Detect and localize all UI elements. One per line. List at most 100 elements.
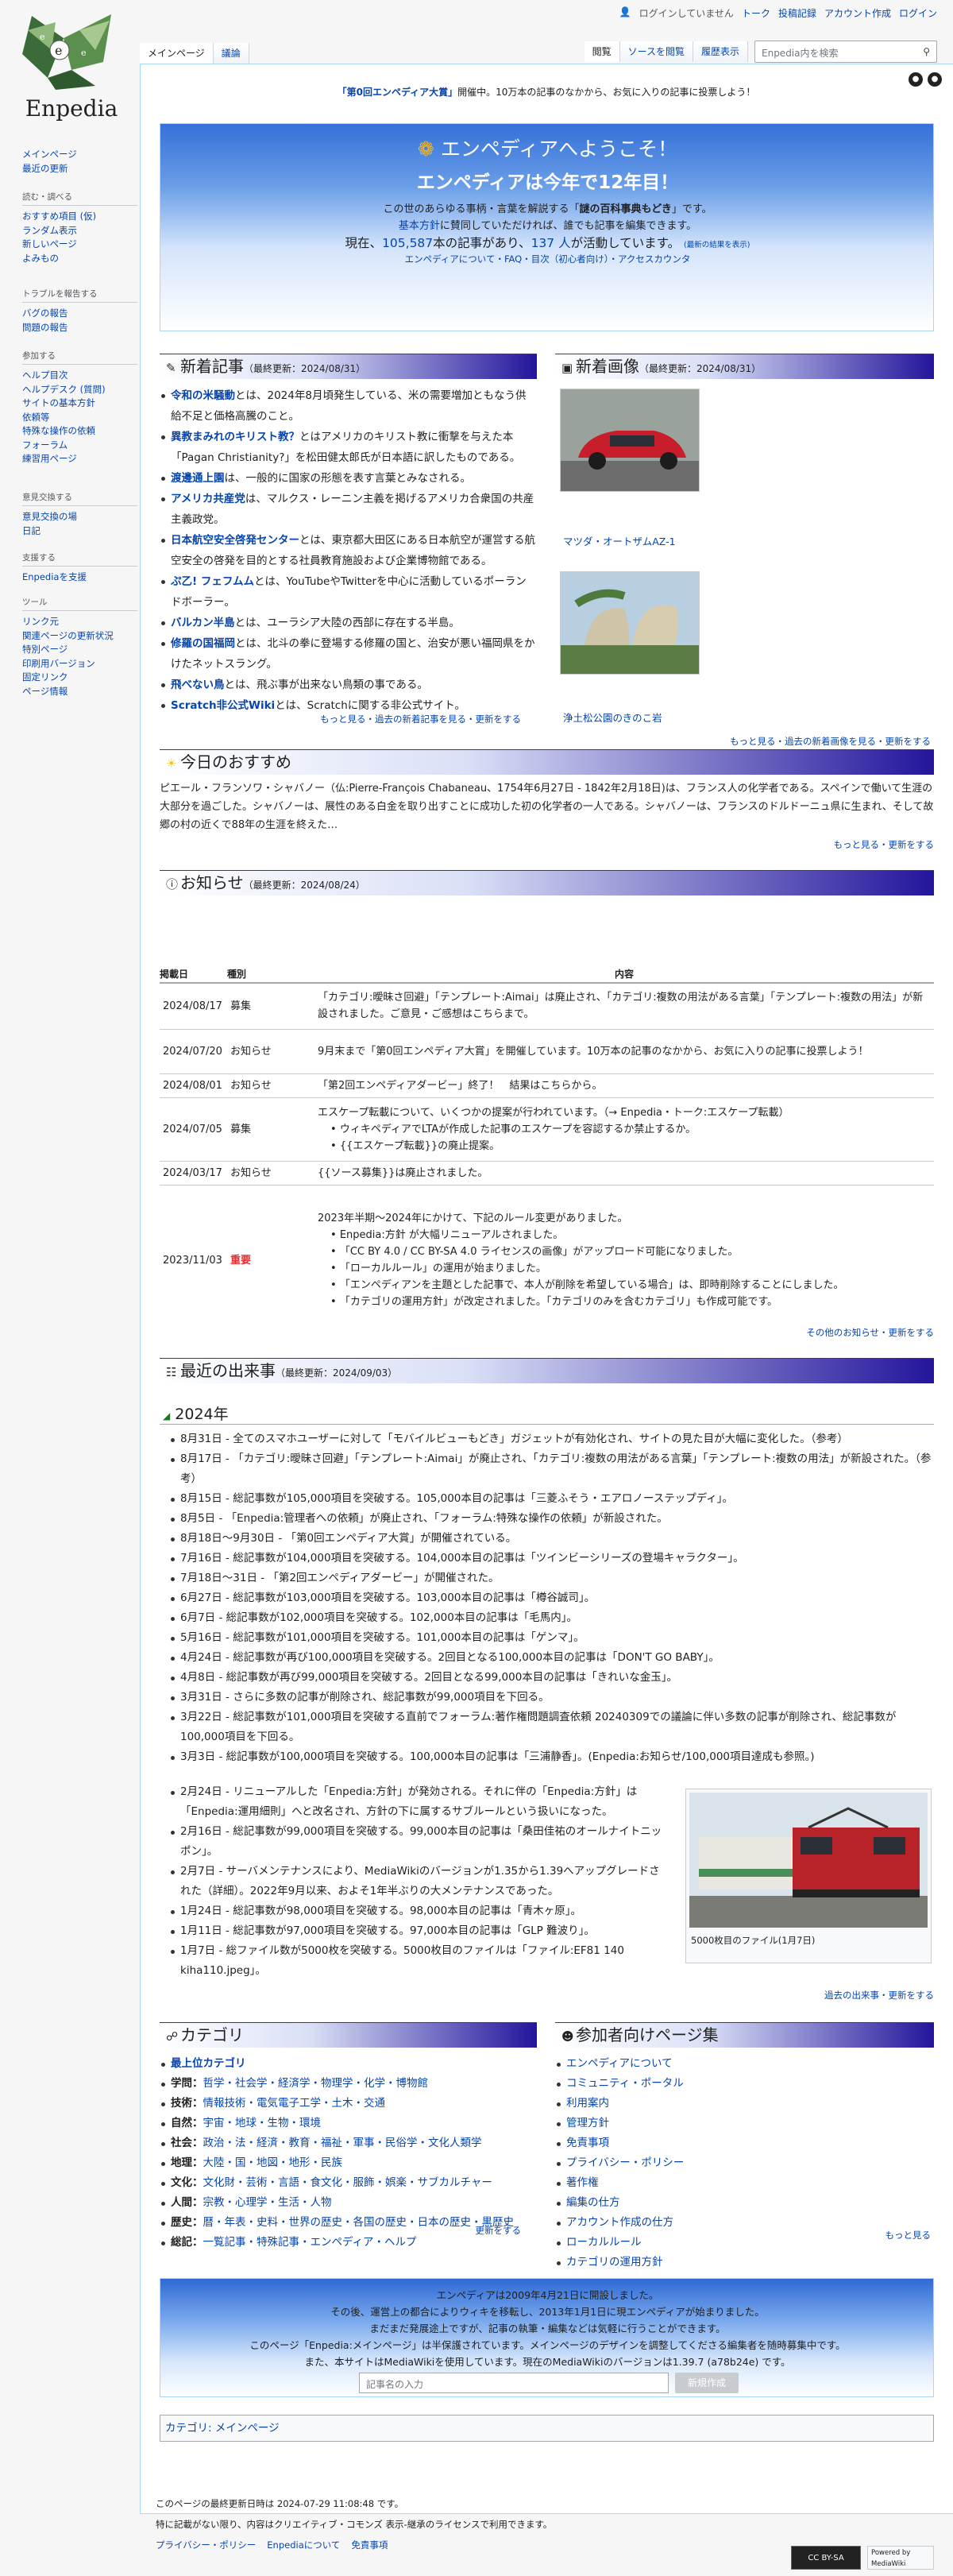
category-items[interactable]: 文化財・芸術・言語・食文化・服飾・娯楽・サブカルチャー: [203, 2176, 492, 2189]
participant-page-link[interactable]: 管理方針: [566, 2117, 609, 2129]
basic-policy-link[interactable]: 基本方針: [399, 220, 440, 232]
nav-item[interactable]: フォーラム: [22, 439, 68, 451]
participant-page-link[interactable]: コミュニティ・ポータル: [566, 2077, 684, 2090]
category-items[interactable]: 宇宙・地球・生物・環境: [203, 2117, 322, 2129]
site-notice-link[interactable]: 「第0回エンペディア大賞」: [338, 87, 458, 98]
participant-page-link[interactable]: カテゴリの運用方針: [566, 2256, 663, 2269]
active-users-link[interactable]: 137 人: [531, 236, 571, 250]
article-link[interactable]: 修羅の国福岡: [171, 637, 235, 650]
article-link[interactable]: 異教まみれのキリスト教？: [171, 431, 299, 443]
site-logo[interactable]: e e e Enpedia: [16, 6, 127, 122]
category-head[interactable]: 最上位カテゴリ: [171, 2057, 246, 2070]
nav-main-page[interactable]: メインページ: [22, 149, 77, 160]
nav-item[interactable]: 関連ページの更新状況: [22, 630, 114, 641]
list-item: 7月18日〜31日 - 「第2回エンペディアダービー」が開催された。: [169, 1568, 934, 1588]
banner-links[interactable]: エンペディアについて・FAQ・目次（初心者向け）・アクセスカウンタ: [160, 253, 935, 265]
notices-more-link[interactable]: その他のお知らせ・更新をする: [160, 1326, 934, 1339]
login-link[interactable]: ログイン: [899, 6, 937, 19]
new-image-thumb[interactable]: [560, 571, 700, 675]
participant-page-link[interactable]: プライバシー・ポリシー: [566, 2156, 684, 2169]
nav-item[interactable]: 意見交換の場: [22, 511, 77, 522]
category-link[interactable]: メインページ: [215, 2422, 280, 2435]
banner-text: 」です。: [671, 203, 712, 215]
talk-link[interactable]: トーク: [742, 6, 770, 19]
category-items[interactable]: 宗教・心理学・生活・人物: [203, 2196, 332, 2209]
new-images-more-link[interactable]: もっと見る・過去の新着画像を見る・更新をする: [555, 735, 931, 748]
article-link[interactable]: 日本航空安全啓発センター: [171, 534, 299, 547]
notice-kind: お知らせ: [227, 1160, 314, 1185]
nav-item[interactable]: サイトの基本方針: [22, 397, 95, 408]
article-link[interactable]: 渡邊通上園: [171, 472, 225, 485]
tab-view-source[interactable]: ソースを閲覧: [619, 41, 693, 62]
nav-item[interactable]: リンク元: [22, 616, 59, 627]
nav-item[interactable]: Enpediaを支援: [22, 571, 87, 582]
category-items[interactable]: 情報技術・電気電子工学・土木・交通: [203, 2097, 386, 2110]
create-account-link[interactable]: アカウント作成: [824, 6, 891, 19]
article-link[interactable]: ぷ乙! フェフムム: [171, 575, 254, 588]
nav-item[interactable]: 日記: [22, 525, 41, 536]
tab-main-page[interactable]: メインページ: [140, 43, 214, 64]
new-article-input[interactable]: 記事名の入力: [359, 2373, 669, 2393]
article-link[interactable]: 飛べない鳥: [171, 679, 225, 691]
section-header-new-images: ▣ 新着画像（最終更新：2024/08/31）: [555, 354, 934, 379]
refresh-link[interactable]: (最新の結果を表示): [684, 241, 750, 249]
category-items[interactable]: 政治・法・経済・教育・福祉・軍事・民俗学・文化人類学: [203, 2137, 482, 2149]
category-more-link[interactable]: 更新をする: [160, 2224, 522, 2237]
disclaimer-link[interactable]: 免責事項: [351, 2536, 388, 2554]
about-link[interactable]: Enpediaについて: [267, 2536, 340, 2554]
participant-page-link[interactable]: 免責事項: [566, 2137, 609, 2149]
nav-item[interactable]: ヘルプ目次: [22, 369, 68, 381]
tab-read[interactable]: 閲覧: [584, 41, 620, 62]
participant-page-link[interactable]: エンペディアについて: [566, 2057, 673, 2070]
nav-item[interactable]: ランダム表示: [22, 225, 77, 236]
participant-page-link[interactable]: 著作権: [566, 2176, 599, 2189]
recommend-more-link[interactable]: もっと見る・更新をする: [160, 838, 935, 851]
cc-license-badge[interactable]: CC BY-SA: [791, 2546, 861, 2570]
search-input[interactable]: Enpedia内を検索 ⚲: [754, 41, 937, 63]
article-link[interactable]: バルカン半島: [171, 617, 235, 629]
events-more-link[interactable]: 過去の出来事・更新をする: [160, 1989, 934, 2002]
nav-item[interactable]: 特別ページ: [22, 644, 68, 655]
nav-recent-changes[interactable]: 最近の更新: [22, 163, 68, 174]
nav-item[interactable]: 固定リンク: [22, 671, 68, 683]
tab-discussion[interactable]: 議論: [213, 43, 249, 64]
category-items[interactable]: 一覧記事・特殊記事・エンペディア・ヘルプ: [203, 2236, 417, 2249]
column-header[interactable]: 内容: [314, 965, 934, 984]
column-header[interactable]: 種別: [227, 965, 314, 984]
search-icon[interactable]: ⚲: [923, 46, 930, 57]
article-link[interactable]: 令和の米騒動: [171, 389, 235, 402]
article-link[interactable]: アメリカ共産党: [171, 493, 245, 505]
participant-page-link[interactable]: 利用案内: [566, 2097, 609, 2110]
participant-page-link[interactable]: 編集の仕方: [566, 2196, 620, 2209]
participant-page-link[interactable]: アカウント作成の仕方: [566, 2216, 673, 2229]
create-article-button[interactable]: 新規作成: [675, 2373, 739, 2393]
mediawiki-badge[interactable]: Powered by MediaWiki: [867, 2546, 934, 2570]
new-articles-more-link[interactable]: もっと見る・過去の新着記事を見る・更新をする: [160, 713, 521, 725]
nav-item[interactable]: バグの報告: [22, 307, 68, 319]
nav-item[interactable]: 新しいページ: [22, 238, 77, 249]
nav-item[interactable]: 問題の報告: [22, 322, 68, 333]
train-image-thumb[interactable]: 5000枚目のファイル(1月7日): [685, 1789, 932, 1963]
article-count-link[interactable]: 105,587: [382, 236, 433, 250]
new-image-thumb[interactable]: [560, 389, 700, 492]
nav-item[interactable]: 特殊な操作の依頼: [22, 425, 95, 436]
image-caption-link[interactable]: 浄土松公園のきのこ岩: [563, 710, 662, 725]
article-link[interactable]: Scratch非公式Wiki: [171, 699, 275, 712]
contribs-link[interactable]: 投稿記録: [778, 6, 816, 19]
nav-item[interactable]: 依頼等: [22, 412, 50, 423]
nav-item[interactable]: ヘルプデスク (質問): [22, 384, 106, 395]
category-label-link[interactable]: カテゴリ:: [165, 2422, 212, 2435]
nav-item[interactable]: 練習用ページ: [22, 453, 77, 464]
nav-item[interactable]: ページ情報: [22, 686, 68, 697]
category-bar: カテゴリ: メインページ: [160, 2415, 934, 2442]
nav-item[interactable]: 印刷用バージョン: [22, 658, 95, 669]
category-items[interactable]: 大陸・国・地図・地形・民族: [203, 2156, 343, 2169]
participants-more-link[interactable]: もっと見る: [555, 2229, 932, 2241]
tab-history[interactable]: 履歴表示: [693, 41, 748, 62]
column-header[interactable]: 掲載日: [160, 965, 227, 984]
image-caption-link[interactable]: マツダ・オートザムAZ-1: [563, 533, 676, 548]
privacy-link[interactable]: プライバシー・ポリシー: [156, 2536, 256, 2554]
category-items[interactable]: 哲学・社会学・経済学・物理学・化学・博物館: [203, 2077, 429, 2090]
nav-item[interactable]: よみもの: [22, 253, 59, 264]
nav-item[interactable]: おすすめ項目 (仮): [22, 211, 96, 222]
